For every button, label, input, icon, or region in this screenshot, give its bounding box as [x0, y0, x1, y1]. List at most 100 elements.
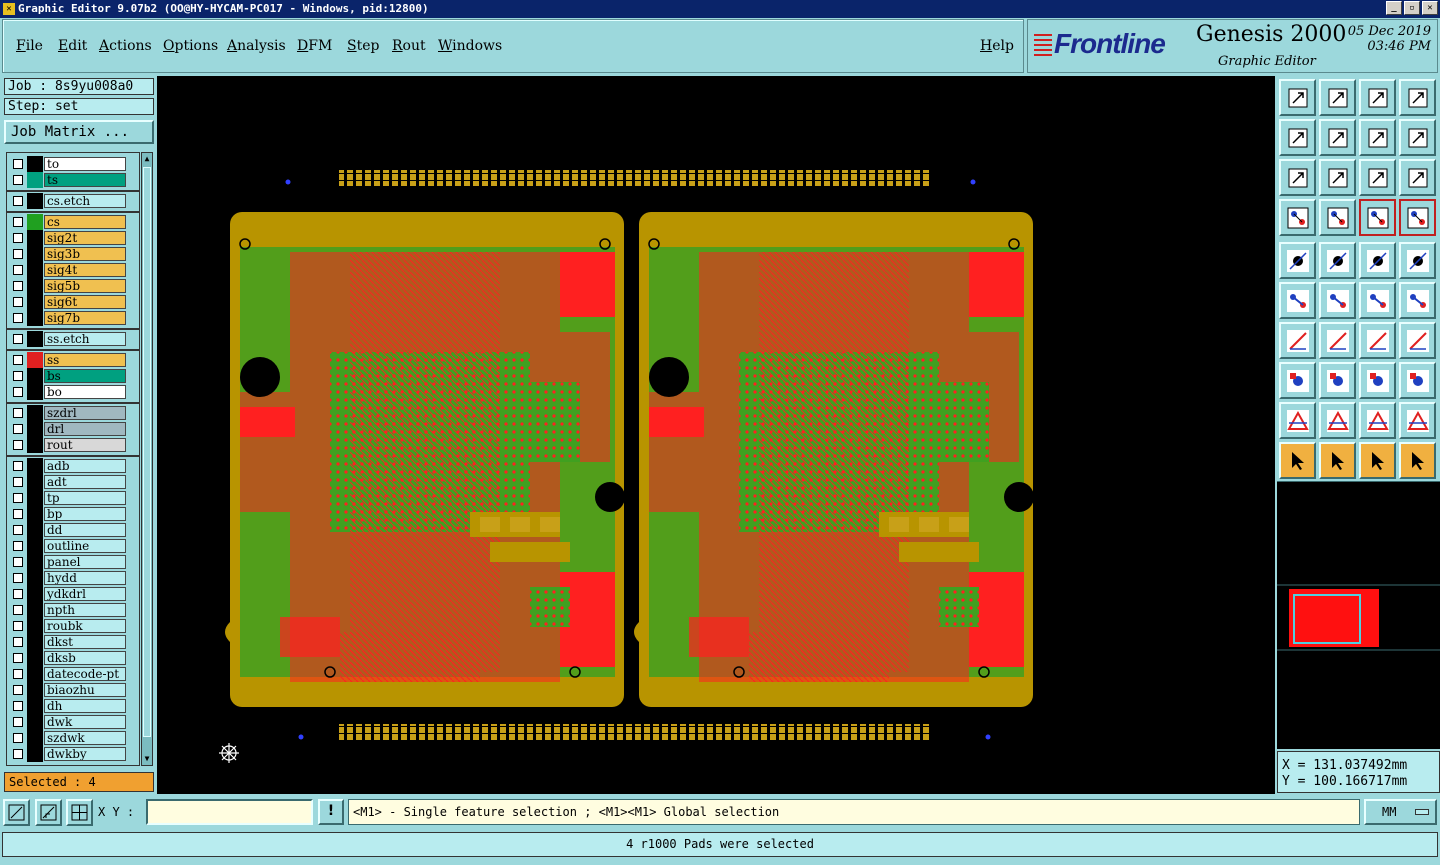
layer-name[interactable]: adb [44, 459, 126, 473]
layer-checkbox[interactable] [13, 233, 23, 243]
xy-input[interactable] [146, 799, 313, 825]
layer-name[interactable]: ydkdrl [44, 587, 126, 601]
layer-name[interactable]: bs [44, 369, 126, 383]
grid-tool-button[interactable] [1319, 199, 1356, 236]
layer-affected-marker[interactable] [27, 193, 43, 209]
layer-row-to[interactable]: to [7, 156, 139, 172]
net-snap-tool-button[interactable] [1359, 199, 1396, 236]
layer-row-szdrl[interactable]: szdrl [7, 405, 139, 421]
layer-row-bp[interactable]: bp [7, 506, 139, 522]
arrow-up2-tool-button[interactable] [1319, 402, 1356, 439]
layer-row-ts[interactable]: ts [7, 172, 139, 188]
layer-name[interactable]: cs.etch [44, 194, 126, 208]
pcb-view[interactable] [157, 76, 1275, 794]
layer-row-sig6t[interactable]: sig6t [7, 294, 139, 310]
layer-checkbox[interactable] [13, 265, 23, 275]
menu-dfm[interactable]: DFM [297, 38, 332, 54]
layer-name[interactable]: sig6t [44, 295, 126, 309]
layer-affected-marker[interactable] [27, 156, 43, 172]
layer-checkbox[interactable] [13, 159, 23, 169]
layer-name[interactable]: sig7b [44, 311, 126, 325]
layer-name[interactable]: tp [44, 491, 126, 505]
layer-row-cs[interactable]: cs [7, 214, 139, 230]
layer-row-tp[interactable]: tp [7, 490, 139, 506]
layer-name[interactable]: datecode-pt [44, 667, 126, 681]
center-tool-button[interactable] [1319, 159, 1356, 196]
layer-row-rout[interactable]: rout [7, 437, 139, 453]
zoom-area-button[interactable] [3, 799, 30, 826]
overview-preview[interactable] [1277, 481, 1440, 749]
flip-tool-button[interactable] [1399, 322, 1436, 359]
array-tool-button[interactable] [1359, 362, 1396, 399]
arrow-up-tool-button[interactable] [1279, 402, 1316, 439]
layer-name[interactable]: cs [44, 215, 126, 229]
scale-tool-button[interactable] [1359, 159, 1396, 196]
menu-windows[interactable]: Windows [438, 38, 502, 54]
select-poly-tool-button[interactable] [1359, 442, 1396, 479]
layer-name[interactable]: to [44, 157, 126, 171]
layer-name[interactable]: sig4t [44, 263, 126, 277]
layer-row-bo[interactable]: bo [7, 384, 139, 400]
layer-row-sig2t[interactable]: sig2t [7, 230, 139, 246]
layer-row-dwkby[interactable]: dwkby [7, 746, 139, 762]
layer-affected-marker[interactable] [27, 682, 43, 698]
layer-row-dkst[interactable]: dkst [7, 634, 139, 650]
layer-name[interactable]: dd [44, 523, 126, 537]
layer-name[interactable]: bo [44, 385, 126, 399]
layer-affected-marker[interactable] [27, 278, 43, 294]
layer-name[interactable]: ss [44, 353, 126, 367]
copy-pad-tool-button[interactable] [1399, 362, 1436, 399]
circle-pad-tool-button[interactable] [1399, 242, 1436, 279]
layer-checkbox[interactable] [13, 313, 23, 323]
layer-checkbox[interactable] [13, 217, 23, 227]
home-tool-button[interactable] [1359, 79, 1396, 116]
menu-analysis[interactable]: Analysis [227, 38, 286, 54]
layer-name[interactable]: rout [44, 438, 126, 452]
layer-affected-marker[interactable] [27, 746, 43, 762]
angle-tool-button[interactable] [1279, 322, 1316, 359]
layer-name[interactable]: dwkby [44, 747, 126, 761]
layer-checkbox[interactable] [13, 297, 23, 307]
layer-row-adt[interactable]: adt [7, 474, 139, 490]
pcb-board-right[interactable] [633, 211, 1035, 708]
fit-tool-button[interactable] [1279, 159, 1316, 196]
layer-checkbox[interactable] [13, 493, 23, 503]
layer-row-npth[interactable]: npth [7, 602, 139, 618]
layer-row-sig7b[interactable]: sig7b [7, 310, 139, 326]
layer-row-ydkdrl[interactable]: ydkdrl [7, 586, 139, 602]
layer-name[interactable]: szdwk [44, 731, 126, 745]
layer-checkbox[interactable] [13, 525, 23, 535]
layer-name[interactable]: dksb [44, 651, 126, 665]
message-button[interactable]: ! [318, 799, 344, 825]
layer-name[interactable]: bp [44, 507, 126, 521]
layer-row-bs[interactable]: bs [7, 368, 139, 384]
layer-affected-marker[interactable] [27, 437, 43, 453]
layer-checkbox[interactable] [13, 749, 23, 759]
layer-row-roubk[interactable]: roubk [7, 618, 139, 634]
layer-affected-marker[interactable] [27, 421, 43, 437]
layer-name[interactable]: outline [44, 539, 126, 553]
layer-row-drl[interactable]: drl [7, 421, 139, 437]
layer-affected-marker[interactable] [27, 618, 43, 634]
menu-help[interactable]: Help [980, 38, 1014, 54]
ruler-tool-button[interactable] [1359, 242, 1396, 279]
menu-options[interactable]: Options [163, 38, 218, 54]
cross-tool-button[interactable] [1319, 282, 1356, 319]
graphic-canvas[interactable] [157, 76, 1275, 794]
arc-tool-button[interactable] [1359, 322, 1396, 359]
layer-affected-marker[interactable] [27, 522, 43, 538]
layer-row-sig4t[interactable]: sig4t [7, 262, 139, 278]
layer-row-ssetch[interactable]: ss.etch [7, 331, 139, 347]
layer-affected-marker[interactable] [27, 698, 43, 714]
select-tool-button[interactable] [1279, 442, 1316, 479]
layer-affected-marker[interactable] [27, 506, 43, 522]
layer-checkbox[interactable] [13, 701, 23, 711]
layer-row-outline[interactable]: outline [7, 538, 139, 554]
layer-name[interactable]: dkst [44, 635, 126, 649]
net-snap2-tool-button[interactable] [1399, 199, 1436, 236]
layer-checkbox[interactable] [13, 371, 23, 381]
layer-checkbox[interactable] [13, 733, 23, 743]
menu-file[interactable]: File [16, 38, 43, 54]
layer-checkbox[interactable] [13, 424, 23, 434]
layer-checkbox[interactable] [13, 685, 23, 695]
